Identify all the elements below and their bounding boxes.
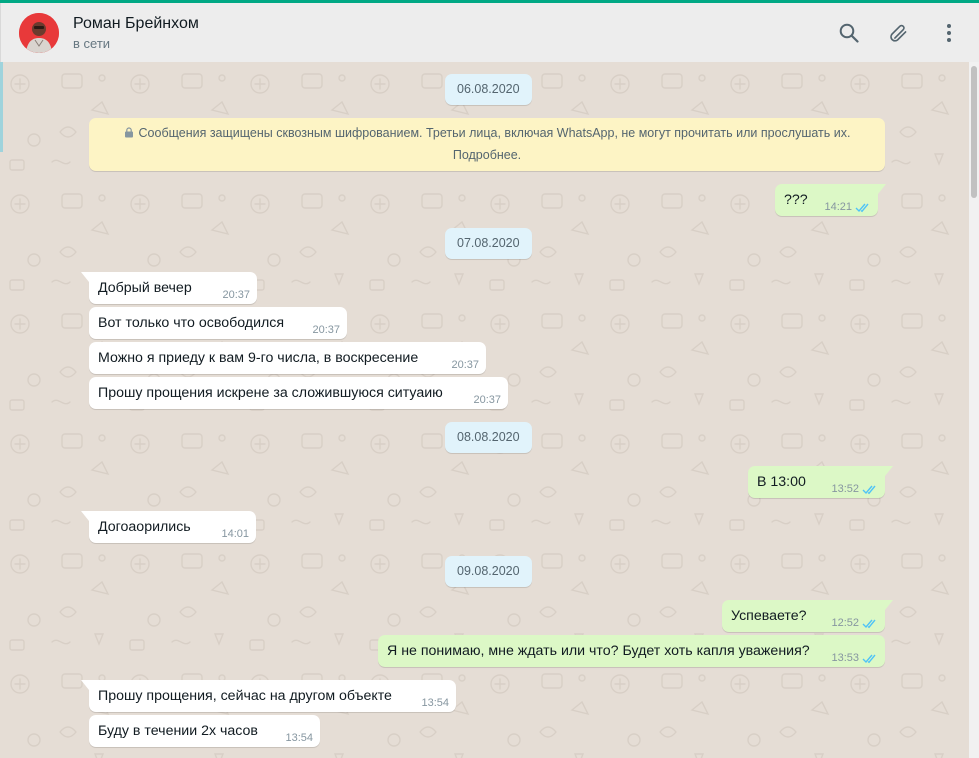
contact-name: Роман Брейнхом xyxy=(73,14,199,32)
search-button[interactable] xyxy=(837,21,861,45)
chat-header: Роман Брейнхом в сети xyxy=(0,3,979,62)
chat-scrollbar[interactable] xyxy=(969,62,979,758)
lock-icon xyxy=(124,127,133,138)
message-time: 14:21 xyxy=(824,201,852,213)
message-bubble[interactable]: Добрый вечер 20:37 xyxy=(81,272,257,304)
message-time: 13:54 xyxy=(285,732,313,744)
message-text: В 13:00 xyxy=(757,474,806,490)
message-time: 13:52 xyxy=(831,483,859,495)
date-chip: 09.08.2020 xyxy=(445,556,532,587)
message-text: Успеваете? xyxy=(731,608,807,624)
message-bubble[interactable]: Успеваете? 12:52 xyxy=(722,600,893,632)
menu-icon xyxy=(947,23,951,42)
message-text: Можно я приеду к вам 9-го числа, в воскр… xyxy=(98,350,419,366)
search-icon xyxy=(839,23,859,43)
message-bubble[interactable]: В 13:00 13:52 xyxy=(748,466,893,498)
encryption-notice-text: Сообщения защищены сквозным шифрованием.… xyxy=(138,126,851,140)
date-chip: 07.08.2020 xyxy=(445,228,532,259)
read-ticks-icon xyxy=(862,485,876,495)
side-panel-edge xyxy=(0,62,3,152)
message-text: Вот только что освободился xyxy=(98,315,285,331)
scrollbar-thumb[interactable] xyxy=(971,66,977,198)
learn-more-link[interactable]: Подробнее. xyxy=(453,148,521,162)
message-time: 20:37 xyxy=(451,359,479,371)
message-text: Я не понимаю, мне ждать или что? Будет х… xyxy=(387,643,810,659)
read-ticks-icon xyxy=(862,654,876,664)
attach-icon xyxy=(890,24,907,42)
message-bubble[interactable]: Можно я приеду к вам 9-го числа, в воскр… xyxy=(89,342,486,374)
message-text: Догоаорились xyxy=(98,519,191,535)
message-time: 20:37 xyxy=(312,324,340,336)
message-pane[interactable]: 06.08.2020 Сообщения защищены сквозным ш… xyxy=(0,62,969,758)
encryption-notice[interactable]: Сообщения защищены сквозным шифрованием.… xyxy=(89,118,885,171)
message-time: 14:01 xyxy=(221,528,249,540)
message-time: 20:37 xyxy=(222,289,250,301)
attach-button[interactable] xyxy=(887,21,911,45)
message-bubble[interactable]: Догоаорились 14:01 xyxy=(81,511,256,543)
message-bubble[interactable]: Прошу прощения искрене за сложившуюся си… xyxy=(89,377,508,409)
read-ticks-icon xyxy=(855,203,869,213)
message-bubble[interactable]: ??? 14:21 xyxy=(775,184,886,216)
avatar[interactable] xyxy=(19,12,59,53)
message-time: 12:52 xyxy=(831,617,859,629)
message-time: 13:53 xyxy=(831,652,859,664)
message-time: 13:54 xyxy=(421,697,449,709)
menu-button[interactable] xyxy=(937,21,961,45)
message-text: Буду в течении 2х часов xyxy=(98,723,258,739)
message-text: Прошу прощения, сейчас на другом объекте xyxy=(98,688,392,704)
message-bubble[interactable]: Вот только что освободился 20:37 xyxy=(89,307,347,339)
read-ticks-icon xyxy=(862,619,876,629)
message-bubble[interactable]: Я не понимаю, мне ждать или что? Будет х… xyxy=(378,635,885,667)
date-chip: 08.08.2020 xyxy=(445,422,532,453)
date-chip: 06.08.2020 xyxy=(445,74,532,105)
message-text: ??? xyxy=(784,192,808,208)
message-bubble[interactable]: Буду в течении 2х часов 13:54 xyxy=(89,715,320,747)
message-bubble[interactable]: Прошу прощения, сейчас на другом объекте… xyxy=(81,680,456,712)
message-time: 20:37 xyxy=(473,394,501,406)
contact-status: в сети xyxy=(73,35,111,51)
message-text: Прошу прощения искрене за сложившуюся си… xyxy=(98,385,443,401)
avatar-photo-icon xyxy=(19,12,59,53)
message-text: Добрый вечер xyxy=(98,280,192,296)
contact-info[interactable]: Роман Брейнхом в сети xyxy=(73,13,199,53)
